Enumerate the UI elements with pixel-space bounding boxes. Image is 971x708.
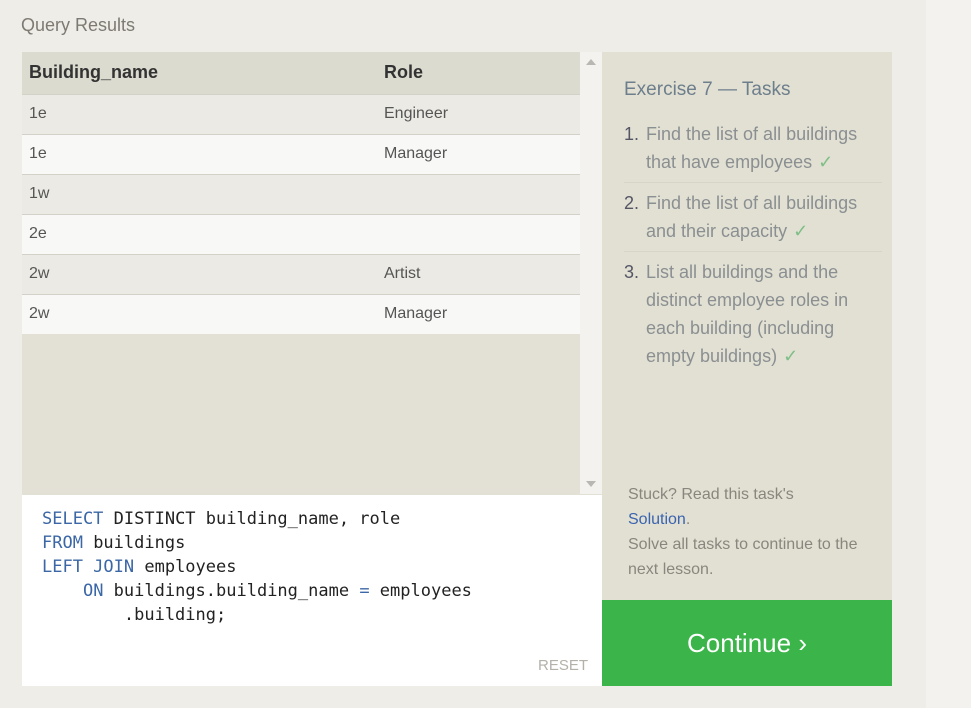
task-body: List all buildings and the distinct empl…: [646, 258, 882, 370]
task-item: 3. List all buildings and the distinct em…: [624, 258, 882, 376]
code-line: LEFT JOIN employees: [42, 555, 472, 579]
cell-role: Manager: [377, 133, 580, 174]
table-body: 1e Engineer 1e Manager 1w 2e 2w Artist 2w Manager: [22, 93, 580, 334]
task-list: 1. Find the list of all buildings that ha…: [624, 120, 882, 382]
task-text: Find the list of all buildings and their…: [646, 193, 858, 241]
section-label: Query Results: [21, 15, 136, 35]
sql-keyword: FROM: [42, 533, 83, 553]
code-line: .building;: [42, 603, 472, 627]
page-margin: [926, 0, 971, 708]
sql-keyword: SELECT: [42, 509, 104, 529]
cell-role: [377, 213, 580, 254]
sql-text: employees: [134, 557, 237, 577]
sql-keyword: ON: [82, 581, 104, 601]
code-line: SELECT DISTINCT building_name, role: [42, 507, 472, 531]
cell-building-name: 2w: [22, 253, 377, 294]
cell-role: Engineer: [377, 93, 580, 134]
scroll-up-arrow-icon[interactable]: [586, 59, 596, 65]
check-icon: ✓: [783, 346, 799, 366]
cell-role: [377, 173, 580, 214]
stuck-suffix: .: [685, 511, 691, 528]
reset-button[interactable]: RESET: [538, 657, 588, 674]
sql-text: buildings.building_name: [103, 581, 360, 601]
cell-building-name: 2w: [22, 293, 377, 334]
sql-keyword: LEFT JOIN: [42, 557, 135, 577]
table-row: 2e: [22, 213, 580, 254]
table-row: 1e Manager: [22, 133, 580, 174]
task-body: Find the list of all buildings that have…: [646, 120, 882, 176]
sql-text: DISTINCT building_name, role: [103, 509, 401, 529]
table-row: 1e Engineer: [22, 93, 580, 134]
task-text: List all buildings and the distinct empl…: [646, 262, 849, 366]
task-number: 2.: [624, 193, 640, 213]
solve-all-text: Solve all tasks to continue to the next …: [628, 536, 858, 578]
sql-editor[interactable]: SELECT DISTINCT building_name, role FROM …: [22, 494, 602, 686]
table-row: 2w Manager: [22, 293, 580, 334]
scroll-down-arrow-icon[interactable]: [586, 481, 596, 487]
cell-building-name: 1e: [22, 93, 377, 134]
stuck-help: Stuck? Read this task's Solution. Solve …: [628, 482, 878, 582]
stuck-prefix: Stuck? Read this task's: [628, 486, 794, 503]
sql-code[interactable]: SELECT DISTINCT building_name, role FROM …: [42, 507, 472, 627]
check-icon: ✓: [818, 152, 834, 172]
results-table: Building_name Role 1e Engineer 1e Manager 1w…: [22, 52, 580, 494]
cell-role: Manager: [377, 293, 580, 334]
task-item: 1. Find the list of all buildings that ha…: [624, 120, 882, 183]
cell-building-name: 1e: [22, 133, 377, 174]
task-body: Find the list of all buildings and their…: [646, 189, 882, 245]
column-header-building-name: Building_name: [22, 52, 377, 94]
task-item: 2. Find the list of all buildings and the…: [624, 189, 882, 252]
tasks-title: Exercise 7 — Tasks: [624, 79, 791, 100]
table-row: 1w: [22, 173, 580, 214]
table-header-row: Building_name Role: [22, 52, 580, 94]
cell-building-name: 1w: [22, 173, 377, 214]
code-line: FROM buildings: [42, 531, 472, 555]
sql-keyword: =: [359, 581, 370, 601]
sql-text: buildings: [82, 533, 186, 553]
sql-text: .building;: [42, 605, 227, 625]
task-number: 1.: [624, 124, 640, 144]
column-header-role: Role: [377, 52, 580, 94]
table-row: 2w Artist: [22, 253, 580, 294]
tasks-panel: Exercise 7 — Tasks 1. Find the list of al…: [602, 52, 892, 600]
cell-role: Artist: [377, 253, 580, 294]
results-scrollbar[interactable]: [580, 52, 602, 494]
continue-button[interactable]: Continue ›: [602, 600, 892, 686]
cell-building-name: 2e: [22, 213, 377, 254]
task-number: 3.: [624, 262, 640, 282]
solution-link[interactable]: Solution: [628, 511, 686, 528]
check-icon: ✓: [793, 221, 809, 241]
code-line: ON buildings.building_name = employees: [42, 579, 472, 603]
sql-text: employees: [369, 581, 472, 601]
